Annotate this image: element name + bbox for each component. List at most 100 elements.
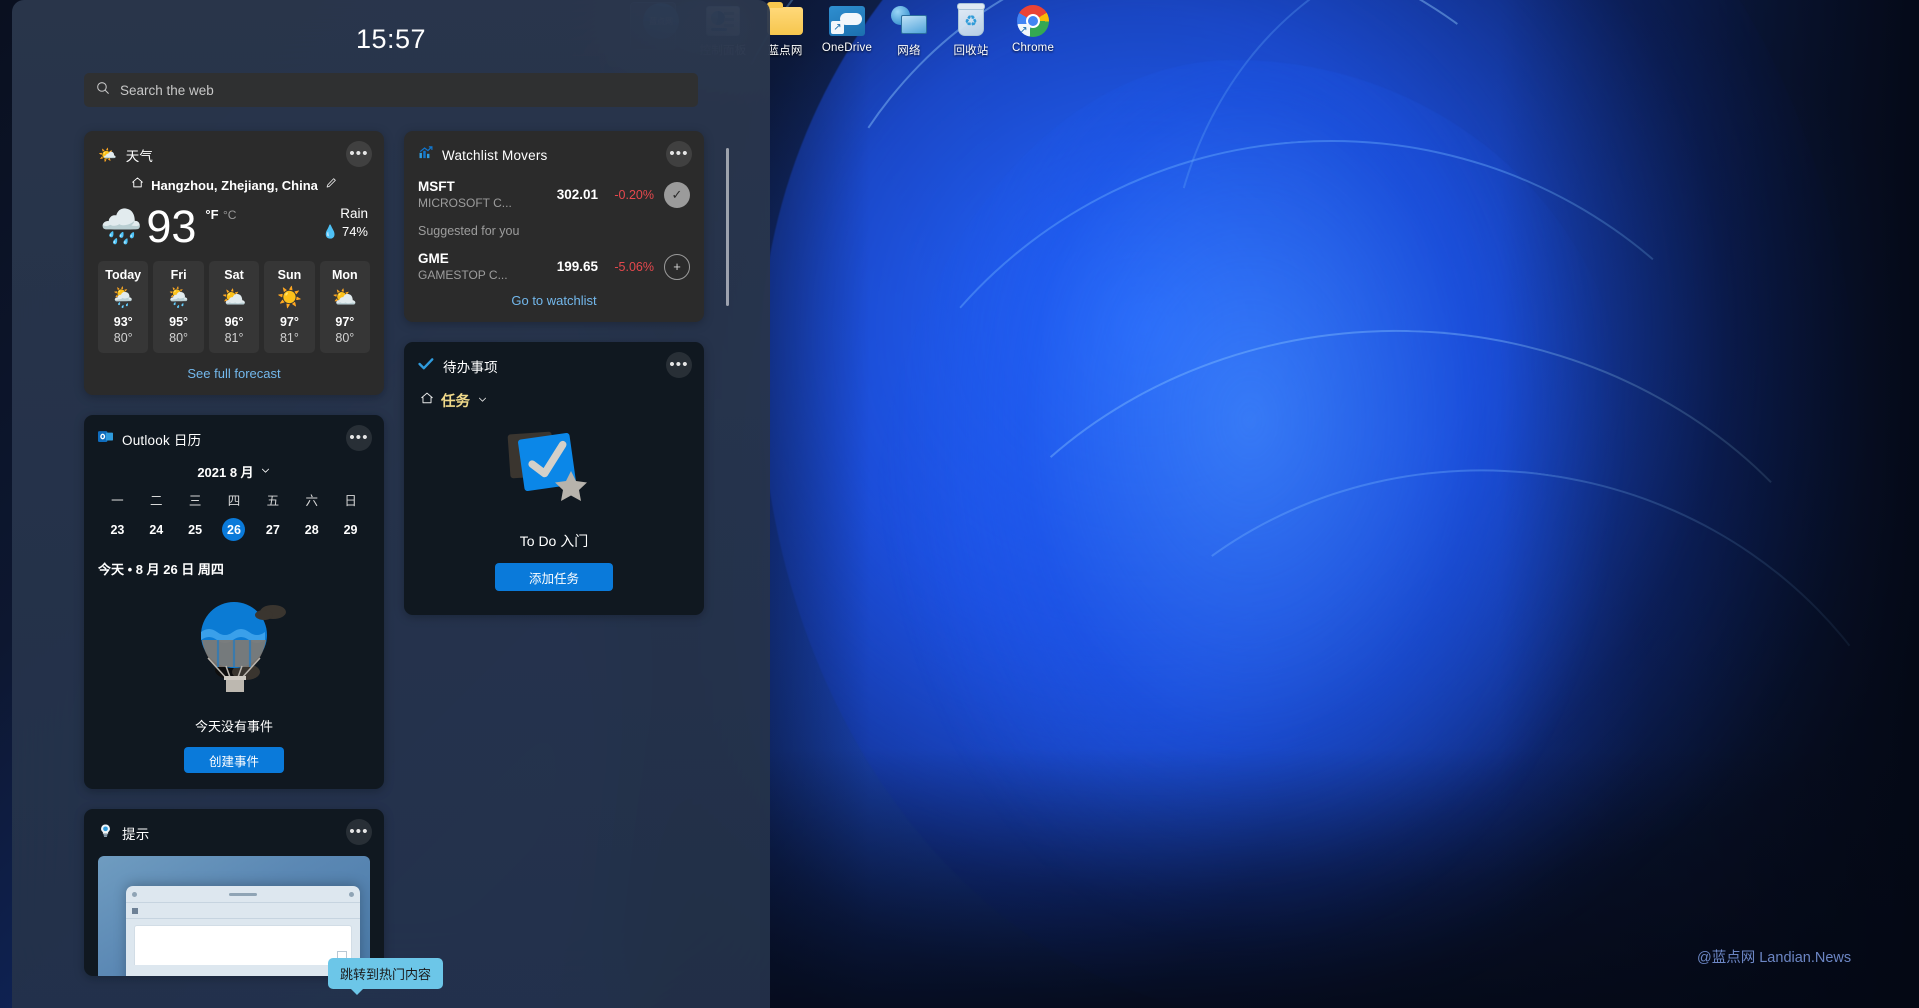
stock-chart-icon (418, 145, 433, 165)
stock-symbol: MSFT (418, 179, 542, 194)
go-to-watchlist-link[interactable]: Go to watchlist (418, 293, 690, 308)
pencil-icon[interactable] (325, 176, 337, 194)
todo-header: 待办事项 (418, 355, 690, 377)
tips-preview-body (134, 925, 352, 965)
calendar-empty-text: 今天没有事件 (98, 716, 370, 735)
hot-air-balloon-illustration (98, 592, 370, 710)
calendar-day[interactable]: 24 (137, 516, 176, 543)
recycle-bin-icon (949, 2, 993, 40)
search-input[interactable]: Search the web (84, 73, 698, 107)
todo-list-selector[interactable]: 任务 (418, 390, 690, 411)
desktop-icon-label: OneDrive (822, 42, 872, 54)
unit-fahrenheit[interactable]: °F (205, 207, 218, 222)
weather-header: 🌤️ 天气 (98, 144, 370, 166)
forecast-day[interactable]: Mon ⛅ 97° 80° (320, 261, 370, 353)
onedrive-icon: ↗ (825, 2, 869, 40)
forecast-low: 80° (320, 331, 370, 345)
weather-current: 🌧️ 93 °F °C Rain 💧 74% (98, 200, 370, 249)
calendar-week-grid: 一 二 三 四 五 六 日 23 24 25 26 27 28 29 (98, 490, 370, 543)
stock-price: 302.01 (542, 187, 598, 202)
todo-list-name: 任务 (441, 390, 470, 411)
forecast-low: 80° (98, 331, 148, 345)
forecast-day[interactable]: Sun ☀️ 97° 81° (264, 261, 314, 353)
tips-preview-pill (229, 893, 257, 896)
calendar-day[interactable]: 28 (292, 516, 331, 543)
todo-more-button[interactable]: ••• (666, 352, 692, 378)
unit-celsius[interactable]: °C (223, 208, 236, 222)
widgets-column-right: Watchlist Movers ••• MSFT MICROSOFT C...… (404, 131, 704, 635)
check-icon[interactable]: ✓ (664, 182, 690, 208)
calendar-day[interactable]: 29 (331, 516, 370, 543)
weather-widget[interactable]: 🌤️ 天气 ••• Hangzhou, Zhejiang, China (84, 131, 384, 395)
watchlist-row-info: GME GAMESTOP C... (418, 251, 542, 282)
forecast-high: 96° (209, 315, 259, 329)
todo-title: 待办事项 (443, 356, 498, 376)
outlook-calendar-widget[interactable]: Outlook 日历 ••• 2021 8 月 一 二 三 四 (84, 415, 384, 789)
widgets-scrollbar[interactable] (726, 148, 729, 306)
forecast-day-name: Sun (264, 268, 314, 282)
watchlist-movers-widget[interactable]: Watchlist Movers ••• MSFT MICROSOFT C...… (404, 131, 704, 322)
tips-widget[interactable]: 提示 ••• (84, 809, 384, 976)
forecast-low: 81° (209, 331, 259, 345)
forecast-weather-icon: ☀️ (264, 288, 314, 308)
watchlist-suggested-label: Suggested for you (418, 224, 690, 238)
calendar-weekday: 日 (331, 490, 370, 516)
weather-temperature: 93 (146, 204, 196, 249)
desktop-icon-network[interactable]: 网络 (878, 0, 940, 58)
weather-location: Hangzhou, Zhejiang, China (151, 178, 318, 193)
stock-symbol: GME (418, 251, 542, 266)
see-full-forecast-link[interactable]: See full forecast (98, 366, 370, 381)
calendar-day[interactable]: 25 (176, 516, 215, 543)
chevron-down-icon (477, 392, 488, 410)
forecast-day[interactable]: Sat ⛅ 96° 81° (209, 261, 259, 353)
stock-company: GAMESTOP C... (418, 268, 542, 282)
search-icon (96, 81, 110, 100)
wallpaper-shade-bottom (630, 748, 1919, 1008)
desktop-icon-label: 网络 (897, 42, 920, 58)
todo-caption: To Do 入门 (418, 531, 690, 551)
lightbulb-icon (98, 823, 113, 843)
watchlist-suggested-row[interactable]: GME GAMESTOP C... 199.65 -5.06% + (418, 251, 690, 282)
rain-cloud-icon: 🌧️ (100, 210, 142, 244)
calendar-day[interactable]: 23 (98, 516, 137, 543)
watermark: @蓝点网 Landian.News (1697, 946, 1851, 967)
desktop-icon-label: 蓝点网 (767, 42, 802, 58)
watchlist-row[interactable]: MSFT MICROSOFT C... 302.01 -0.20% ✓ (418, 179, 690, 210)
desktop-icon-label: 回收站 (953, 42, 988, 58)
tips-more-button[interactable]: ••• (346, 819, 372, 845)
home-icon (420, 391, 434, 410)
forecast-day[interactable]: Fri 🌦️ 95° 80° (153, 261, 203, 353)
todo-widget[interactable]: 待办事项 ••• 任务 (404, 342, 704, 615)
watchlist-more-button[interactable]: ••• (666, 141, 692, 167)
forecast-day[interactable]: Today 🌦️ 93° 80° (98, 261, 148, 353)
calendar-month-selector[interactable]: 2021 8 月 (98, 462, 370, 481)
desktop-icon-onedrive[interactable]: ↗ OneDrive (816, 0, 878, 58)
forecast-day-name: Today (98, 268, 148, 282)
tips-preview-titlebar (126, 886, 360, 903)
calendar-day[interactable]: 27 (253, 516, 292, 543)
forecast-low: 81° (264, 331, 314, 345)
forecast-day-name: Sat (209, 268, 259, 282)
outlook-icon (98, 429, 113, 449)
forecast-weather-icon: ⛅ (320, 288, 370, 308)
forecast-day-name: Fri (153, 268, 203, 282)
add-task-button[interactable]: 添加任务 (495, 563, 613, 591)
calendar-more-button[interactable]: ••• (346, 425, 372, 451)
forecast-high: 97° (320, 315, 370, 329)
widgets-scroll-area: 🌤️ 天气 ••• Hangzhou, Zhejiang, China (12, 131, 770, 1008)
plus-icon[interactable]: + (664, 254, 690, 280)
widgets-panel: 15:57 Search the web 🌤️ 天气 ••• (12, 0, 770, 1008)
forecast-weather-icon: ⛅ (209, 288, 259, 308)
calendar-day-today[interactable]: 26 (215, 516, 254, 543)
weather-location-row[interactable]: Hangzhou, Zhejiang, China (98, 176, 370, 194)
droplet-icon: 💧 (322, 224, 338, 239)
create-event-button[interactable]: 创建事件 (184, 747, 284, 773)
weather-more-button[interactable]: ••• (346, 141, 372, 167)
weather-unit-toggle[interactable]: °F °C (205, 206, 236, 224)
desktop-icon-recycle-bin[interactable]: 回收站 (940, 0, 1002, 58)
desktop-icon-chrome[interactable]: ↗ Chrome (1002, 0, 1064, 58)
weather-title: 天气 (126, 145, 153, 165)
chevron-down-icon (260, 464, 271, 479)
todo-logo-illustration (418, 427, 690, 519)
desktop-icon-label: Chrome (1012, 42, 1054, 54)
